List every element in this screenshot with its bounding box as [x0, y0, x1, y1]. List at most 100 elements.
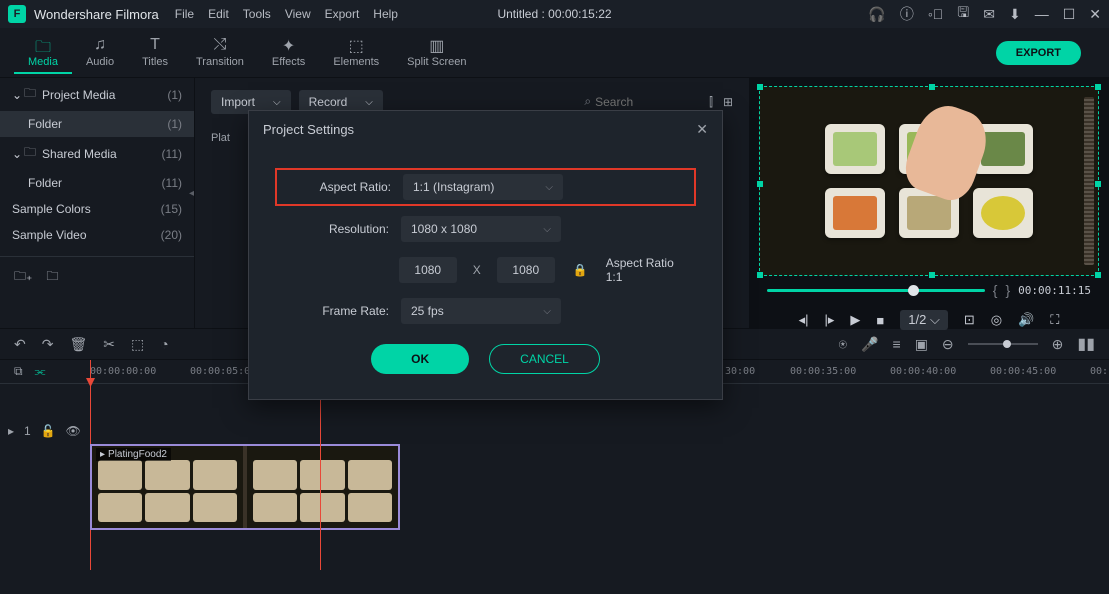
minimize-icon[interactable]: — [1035, 6, 1049, 22]
aspect-ratio-row: Aspect Ratio: 1:1 (Instagram) [279, 172, 692, 202]
mic-icon[interactable]: 🎤 [861, 336, 878, 353]
preview-panel: { } 00:00:11:15 ◂| |▸ ▶ ■ 1/2 ⌵ ⊡ ◎ 🔊 ⛶ [749, 78, 1109, 328]
width-input[interactable] [399, 257, 457, 283]
titlebar: F Wondershare Filmora File Edit Tools Vi… [0, 0, 1109, 28]
sidebar-sample-colors[interactable]: Sample Colors(15) [0, 196, 194, 222]
speed-icon[interactable]: ◔ [160, 336, 168, 352]
prev-frame-icon[interactable]: ◂| [799, 312, 809, 328]
folder-icon: 🗀 [35, 36, 51, 54]
save-icon[interactable]: 🖫 [957, 2, 969, 26]
video-track-icon[interactable]: ▸ [8, 424, 14, 438]
aspect-ratio-label: Aspect Ratio: [281, 180, 391, 194]
brace-close-icon[interactable]: } [1005, 282, 1010, 298]
dialog-close-icon[interactable]: ✕ [696, 121, 708, 138]
stop-icon[interactable]: ■ [876, 313, 884, 328]
app-logo: F [8, 5, 26, 23]
tab-elements[interactable]: ⬚Elements [319, 32, 393, 74]
tab-effects[interactable]: ✦Effects [258, 32, 319, 74]
ruler-tick: 00:00:40:00 [890, 366, 956, 377]
chevron-down-icon: ⌄ [12, 147, 24, 161]
tab-media[interactable]: 🗀Media [14, 32, 72, 74]
search-icon: ⌕ [584, 94, 591, 109]
marker-icon[interactable]: ⍟ [839, 336, 847, 353]
app-name: Wondershare Filmora [34, 7, 159, 22]
preview-timecode: 00:00:11:15 [1018, 284, 1091, 297]
grid-icon[interactable]: ⊞ [723, 95, 733, 110]
frame-rate-select[interactable]: 25 fps [401, 298, 561, 324]
info-icon[interactable]: ⓘ [900, 4, 914, 24]
aspect-ratio-select[interactable]: 1:1 (Instagram) [403, 174, 563, 200]
mail-icon[interactable]: ✉ [983, 6, 995, 23]
download-icon[interactable]: ⬇ [1009, 6, 1021, 23]
display-icon[interactable]: ⊡ [964, 312, 975, 328]
user-icon[interactable]: ◦⃝ [928, 6, 943, 22]
redo-icon[interactable]: ↷ [42, 336, 54, 353]
zoom-slider[interactable] [968, 343, 1038, 345]
sidebar-folder-2[interactable]: Folder(11) [0, 170, 194, 196]
menu-view[interactable]: View [285, 7, 311, 21]
resolution-custom-row: X 🔒 Aspect Ratio 1:1 [279, 256, 692, 284]
zoom-out-icon[interactable]: ⊖ [942, 336, 954, 353]
collapse-sidebar-icon[interactable]: ◂ [189, 188, 194, 199]
track-number: 1 [24, 424, 31, 438]
add-folder-icon[interactable]: 🗀₊ [14, 267, 32, 288]
export-button[interactable]: EXPORT [996, 41, 1081, 65]
step-back-icon[interactable]: |▸ [825, 312, 835, 328]
menu-file[interactable]: File [175, 7, 194, 21]
menu-help[interactable]: Help [373, 7, 398, 21]
track-manage-icon[interactable]: ⧉ [14, 364, 23, 379]
sidebar-folder-1[interactable]: Folder(1) [0, 111, 194, 137]
fit-icon[interactable]: ▮▮ [1077, 334, 1095, 354]
zoom-in-icon[interactable]: ⊕ [1052, 336, 1064, 353]
cancel-button[interactable]: CANCEL [489, 344, 600, 374]
preview-canvas[interactable] [759, 86, 1099, 276]
volume-icon[interactable]: 🔊 [1018, 312, 1034, 328]
preview-slider[interactable] [767, 289, 985, 292]
sidebar-project-media[interactable]: ⌄🗀Project Media(1) [0, 78, 194, 111]
crop-icon[interactable]: ⬚ [131, 336, 144, 353]
sidebar-sample-video[interactable]: Sample Video(20) [0, 222, 194, 248]
tab-audio[interactable]: ♫Audio [72, 32, 128, 74]
search-input[interactable] [595, 95, 685, 109]
chevron-down-icon: ⌄ [12, 88, 24, 102]
headset-icon[interactable]: 🎧 [868, 6, 885, 23]
timeline-clip[interactable]: ▸PlatingFood2 [90, 444, 400, 530]
tab-titles[interactable]: TTitles [128, 32, 182, 74]
tab-split-screen[interactable]: ▥Split Screen [393, 32, 480, 74]
preview-scale[interactable]: 1/2 ⌵ [900, 310, 948, 330]
dialog-title: Project Settings [263, 122, 354, 137]
cut-icon[interactable]: ✂ [103, 336, 115, 353]
mixer-icon[interactable]: ≡ [893, 336, 901, 352]
delete-icon[interactable]: 🗑 [69, 336, 87, 353]
folder-icon[interactable]: 🗀 [46, 267, 58, 288]
media-sidebar: ⌄🗀Project Media(1) Folder(1) ⌄🗀Shared Me… [0, 78, 195, 328]
height-input[interactable] [497, 257, 555, 283]
brace-open-icon[interactable]: { [993, 282, 998, 298]
lock-icon[interactable]: 🔒 [573, 263, 588, 277]
menubar: File Edit Tools View Export Help [175, 7, 398, 21]
eye-icon[interactable]: 👁 [66, 424, 81, 438]
preview-controls: ◂| |▸ ▶ ■ 1/2 ⌵ ⊡ ◎ 🔊 ⛶ [757, 304, 1101, 336]
maximize-icon[interactable]: ☐ [1063, 6, 1076, 23]
fullscreen-icon[interactable]: ⛶ [1050, 312, 1059, 328]
undo-icon[interactable]: ↶ [14, 336, 26, 353]
menu-tools[interactable]: Tools [243, 7, 271, 21]
menu-edit[interactable]: Edit [208, 7, 229, 21]
menu-export[interactable]: Export [325, 7, 360, 21]
image-icon[interactable]: ▣ [915, 336, 928, 353]
sidebar-shared-media[interactable]: ⌄🗀Shared Media(11) [0, 137, 194, 170]
dialog-buttons: OK CANCEL [279, 344, 692, 374]
close-icon[interactable]: ✕ [1089, 6, 1101, 23]
link-icon[interactable]: ⫘ [35, 364, 46, 379]
ok-button[interactable]: OK [371, 344, 469, 374]
play-icon[interactable]: ▶ [850, 312, 860, 328]
filter-icon[interactable]: ⫿ [709, 95, 713, 110]
tab-transition[interactable]: ⤭Transition [182, 32, 258, 74]
titlebar-right: 🎧 ⓘ ◦⃝ 🖫 ✉ ⬇ — ☐ ✕ [868, 2, 1101, 26]
ruler-tick: 30:00 [725, 366, 755, 377]
folder-icon: 🗀 [24, 143, 36, 164]
snapshot-icon[interactable]: ◎ [991, 312, 1002, 328]
effects-icon: ✦ [282, 36, 295, 54]
resolution-select[interactable]: 1080 x 1080 [401, 216, 561, 242]
lock-icon[interactable]: 🔓 [41, 424, 56, 438]
